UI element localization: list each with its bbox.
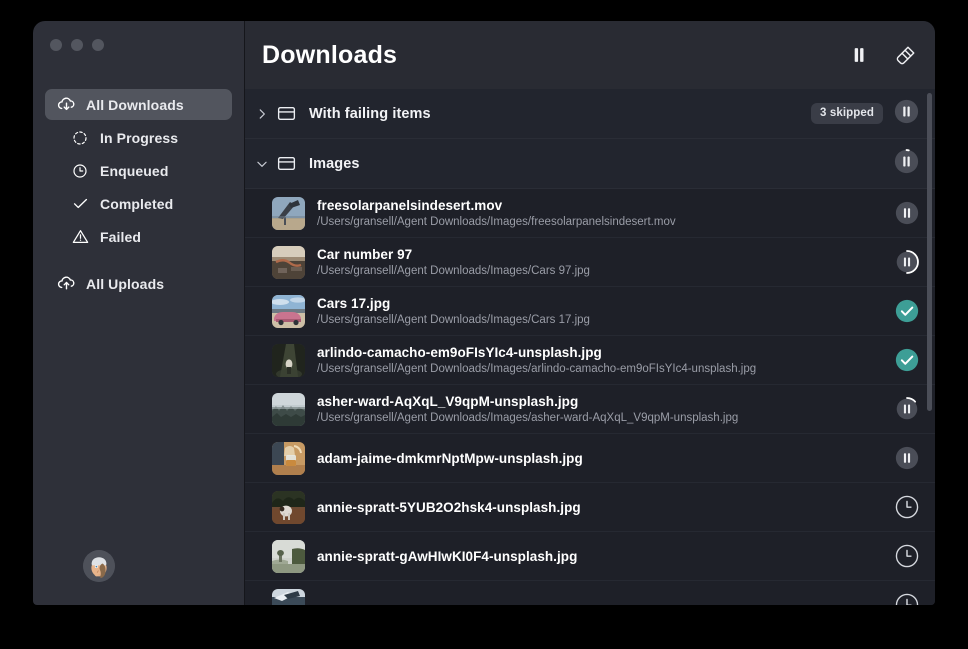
warning-triangle-icon [69,226,91,248]
table-row[interactable]: freesolarpanelsindesert.mov /Users/grans… [245,189,935,238]
group-actions [894,149,919,179]
group-name: Images [309,156,360,172]
folder-icon [273,153,299,174]
folder-icon [273,103,299,124]
status-downloading-icon[interactable] [895,397,919,421]
chevron-down-icon[interactable] [251,157,273,171]
downloads-app-window: All Downloads In Progress [33,21,935,605]
group-actions: 3 skipped [811,99,919,129]
sidebar-item-label: Failed [100,229,141,245]
file-thumbnail [272,197,305,230]
group-name: With failing items [309,106,431,122]
group-header-row[interactable]: With failing items 3 skipped [245,89,935,139]
file-path: /Users/gransell/Agent Downloads/Images/C… [317,313,883,327]
check-icon [69,193,91,215]
sidebar-item-all-uploads[interactable]: All Uploads [45,268,232,299]
cloud-download-icon [55,94,77,116]
file-path: /Users/gransell/Agent Downloads/Images/C… [317,264,883,278]
file-path: /Users/gransell/Agent Downloads/Images/a… [317,362,883,376]
sidebar-item-in-progress[interactable]: In Progress [45,122,232,153]
file-meta: freesolarpanelsindesert.mov /Users/grans… [317,197,883,229]
page-title: Downloads [262,41,397,70]
file-name: annie-spratt-gAwHIwKI0F4-unsplash.jpg [317,548,883,565]
pause-all-button[interactable] [845,41,873,69]
file-name: Car number 97 [317,246,883,263]
sidebar-item-label: Enqueued [100,163,168,179]
file-thumbnail [272,442,305,475]
downloads-list[interactable]: With failing items 3 skipped [245,89,935,605]
file-name: arlindo-camacho-em9oFIsYIc4-unsplash.jpg [317,344,883,361]
sidebar-item-label: All Downloads [86,97,184,113]
table-row[interactable]: annie-spratt-5YUB2O2hsk4-unsplash.jpg [245,483,935,532]
file-thumbnail [272,491,305,524]
clear-list-button[interactable] [891,41,919,69]
close-button[interactable] [50,39,62,51]
file-name: freesolarpanelsindesert.mov [317,197,883,214]
main-panel: Downloads [245,21,935,605]
file-meta: annie-spratt-5YUB2O2hsk4-unsplash.jpg [317,499,883,516]
clock-icon [69,160,91,182]
cloud-upload-icon [55,273,77,295]
status-paused-icon[interactable] [895,446,919,470]
sidebar-item-label: All Uploads [86,276,164,292]
group-pause-button[interactable] [894,99,919,129]
sidebar-item-all-downloads[interactable]: All Downloads [45,89,232,120]
group-pause-button[interactable] [894,149,919,179]
file-thumbnail [272,344,305,377]
file-thumbnail [272,393,305,426]
nav-spacer [45,254,232,268]
account-avatar-button[interactable] [83,550,115,582]
chevron-right-icon[interactable] [251,107,273,121]
table-row[interactable]: arlindo-camacho-em9oFIsYIc4-unsplash.jpg… [245,336,935,385]
file-meta: arlindo-camacho-em9oFIsYIc4-unsplash.jpg… [317,344,883,376]
file-name: adam-jaime-dmkmrNptMpw-unsplash.jpg [317,450,883,467]
sidebar-item-failed[interactable]: Failed [45,221,232,252]
sidebar: All Downloads In Progress [33,21,245,605]
file-path: /Users/gransell/Agent Downloads/Images/a… [317,411,883,425]
desktop-background: All Downloads In Progress [0,0,968,649]
group-header-row[interactable]: Images [245,139,935,189]
table-row[interactable]: Cars 17.jpg /Users/gransell/Agent Downlo… [245,287,935,336]
table-row[interactable] [245,581,935,605]
table-row[interactable]: adam-jaime-dmkmrNptMpw-unsplash.jpg [245,434,935,483]
file-thumbnail [272,540,305,573]
status-downloading-icon[interactable] [895,250,919,274]
app-header: Downloads [245,21,935,89]
status-enqueued-icon[interactable] [895,495,919,519]
status-enqueued-icon[interactable] [895,593,919,605]
sidebar-item-completed[interactable]: Completed [45,188,232,219]
file-name: asher-ward-AqXqL_V9qpM-unsplash.jpg [317,393,883,410]
file-thumbnail [272,246,305,279]
status-paused-icon[interactable] [895,201,919,225]
avatar [83,550,115,582]
sidebar-item-enqueued[interactable]: Enqueued [45,155,232,186]
file-path: /Users/gransell/Agent Downloads/Images/f… [317,215,883,229]
sidebar-nav: All Downloads In Progress [33,89,244,299]
file-thumbnail [272,295,305,328]
table-row[interactable]: Car number 97 /Users/gransell/Agent Down… [245,238,935,287]
status-enqueued-icon[interactable] [895,544,919,568]
table-row[interactable]: annie-spratt-gAwHIwKI0F4-unsplash.jpg [245,532,935,581]
header-actions [845,41,919,69]
file-meta: annie-spratt-gAwHIwKI0F4-unsplash.jpg [317,548,883,565]
file-name: Cars 17.jpg [317,295,883,312]
minimize-button[interactable] [71,39,83,51]
sidebar-item-label: Completed [100,196,173,212]
file-thumbnail [272,589,305,606]
file-meta: asher-ward-AqXqL_V9qpM-unsplash.jpg /Use… [317,393,883,425]
zoom-button[interactable] [92,39,104,51]
status-badge: 3 skipped [811,103,883,124]
dashed-circle-icon [69,127,91,149]
status-completed-icon[interactable] [895,348,919,372]
table-row[interactable]: asher-ward-AqXqL_V9qpM-unsplash.jpg /Use… [245,385,935,434]
file-name: annie-spratt-5YUB2O2hsk4-unsplash.jpg [317,499,883,516]
file-meta: Car number 97 /Users/gransell/Agent Down… [317,246,883,278]
file-meta: adam-jaime-dmkmrNptMpw-unsplash.jpg [317,450,883,467]
file-meta: Cars 17.jpg /Users/gransell/Agent Downlo… [317,295,883,327]
sidebar-item-label: In Progress [100,130,178,146]
window-traffic-lights [33,21,244,51]
status-completed-icon[interactable] [895,299,919,323]
